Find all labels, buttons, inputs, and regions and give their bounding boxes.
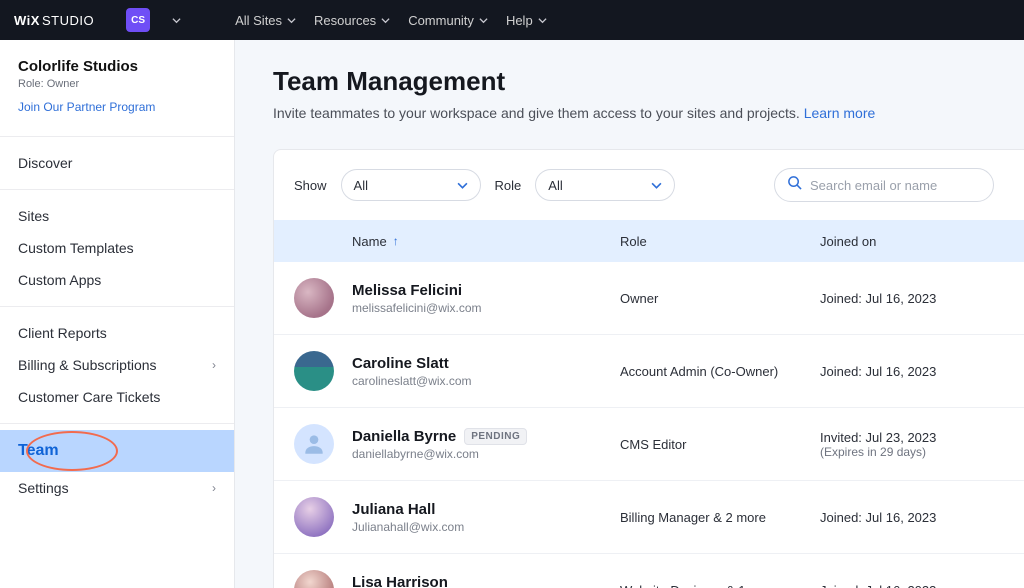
member-email: daniellabyrne@wix.com [352,447,620,461]
topnav-resources[interactable]: Resources [314,13,390,28]
member-role: Website Designer & 1 more [620,583,820,588]
sidebar-item-label: Custom Apps [18,272,101,288]
sidebar-item-billing[interactable]: Billing & Subscriptions › [0,349,234,381]
chevron-right-icon: › [212,481,216,495]
pending-badge: PENDING [464,428,527,445]
page-subtitle: Invite teammates to your workspace and g… [273,105,1024,121]
sidebar-item-label: Team [18,442,59,460]
sidebar-item-label: Sites [18,208,49,224]
avatar [294,424,334,464]
sidebar-item-settings[interactable]: Settings › [0,472,234,504]
table-body: Melissa Felicini melissafelicini@wix.comO… [274,262,1024,588]
search-input[interactable] [810,178,981,193]
member-name: Juliana Hall [352,501,620,518]
member-email: melissafelicini@wix.com [352,301,620,315]
topnav-label: Community [408,13,474,28]
org-role: Role: Owner [18,78,216,90]
topnav-community[interactable]: Community [408,13,488,28]
chevron-down-icon [381,16,390,25]
chevron-right-icon: › [212,358,216,372]
sidebar-item-tickets[interactable]: Customer Care Tickets [0,381,234,413]
table-row[interactable]: Caroline Slatt carolineslatt@wix.comAccou… [274,335,1024,408]
member-joined: Joined: Jul 16, 2023 [820,583,1004,588]
main-content: Team Management Invite teammates to your… [235,40,1024,588]
topnav-label: Resources [314,13,376,28]
sort-asc-icon: ↑ [393,234,399,248]
col-header-label: Name [352,234,387,249]
col-header-name[interactable]: Name ↑ [352,234,620,249]
chevron-down-icon [479,16,488,25]
col-header-joined[interactable]: Joined on [820,234,1004,249]
member-name: Melissa Felicini [352,282,620,299]
sidebar-item-custom-apps[interactable]: Custom Apps [0,264,234,296]
workspace-chevron-icon[interactable] [172,13,181,28]
sidebar-item-label: Client Reports [18,325,107,341]
org-name: Colorlife Studios [18,58,216,75]
member-role: Account Admin (Co-Owner) [620,364,820,379]
chevron-down-icon [457,180,468,191]
chevron-down-icon [538,16,547,25]
member-joined: Joined: Jul 16, 2023 [820,510,1004,525]
show-value: All [354,178,368,193]
table-row[interactable]: Daniella ByrnePENDING daniellabyrne@wix.c… [274,408,1024,481]
sidebar-item-label: Settings [18,480,69,496]
table-row[interactable]: Lisa Harrisonlisaharrison@wix.comWebsite… [274,554,1024,588]
sidebar-item-client-reports[interactable]: Client Reports [0,317,234,349]
brand-logo[interactable]: WiX STUDIO [14,13,94,28]
topnav-help[interactable]: Help [506,13,547,28]
table-row[interactable]: Melissa Felicini melissafelicini@wix.comO… [274,262,1024,335]
learn-more-link[interactable]: Learn more [804,105,876,121]
member-name: Lisa Harrison [352,574,620,588]
avatar [294,351,334,391]
page-subtitle-text: Invite teammates to your workspace and g… [273,105,804,121]
sidebar: Colorlife Studios Role: Owner Join Our P… [0,40,235,588]
search-icon [787,175,802,195]
avatar [294,497,334,537]
sidebar-item-discover[interactable]: Discover [0,147,234,179]
topnav-label: Help [506,13,533,28]
team-panel: Show All Role All [273,149,1024,588]
sidebar-item-label: Customer Care Tickets [18,389,160,405]
member-email: Julianahall@wix.com [352,520,620,534]
member-email: carolineslatt@wix.com [352,374,620,388]
sidebar-item-sites[interactable]: Sites [0,200,234,232]
brand-bold: WiX [14,13,40,28]
topnav-all-sites[interactable]: All Sites [235,13,296,28]
page-title: Team Management [273,66,1024,97]
table-header: Name ↑ Role Joined on [274,220,1024,262]
sidebar-item-custom-templates[interactable]: Custom Templates [0,232,234,264]
workspace-badge[interactable]: CS [126,8,150,32]
topbar: WiX STUDIO CS All Sites Resources Commun… [0,0,1024,40]
avatar [294,278,334,318]
show-dropdown[interactable]: All [341,169,481,201]
member-name: Caroline Slatt [352,355,620,372]
member-joined: Joined: Jul 16, 2023 [820,291,1004,306]
filter-bar: Show All Role All [274,150,1024,220]
role-label: Role [495,178,522,193]
col-header-role[interactable]: Role [620,234,820,249]
sidebar-item-label: Discover [18,155,72,171]
sidebar-item-team[interactable]: Team [0,430,234,472]
table-row[interactable]: Juliana Hall Julianahall@wix.comBilling M… [274,481,1024,554]
member-name: Daniella ByrnePENDING [352,428,620,445]
sidebar-item-label: Billing & Subscriptions [18,357,157,373]
chevron-down-icon [287,16,296,25]
chevron-down-icon [651,180,662,191]
search-box[interactable] [774,168,994,202]
member-joined: Invited: Jul 23, 2023(Expires in 29 days… [820,430,1004,459]
avatar [294,570,334,588]
topnav-label: All Sites [235,13,282,28]
member-role: Owner [620,291,820,306]
member-role: CMS Editor [620,437,820,452]
role-value: All [548,178,562,193]
member-role: Billing Manager & 2 more [620,510,820,525]
member-joined: Joined: Jul 16, 2023 [820,364,1004,379]
partner-program-link[interactable]: Join Our Partner Program [18,100,155,114]
sidebar-item-label: Custom Templates [18,240,134,256]
brand-thin: STUDIO [42,13,94,28]
show-label: Show [294,178,327,193]
role-dropdown[interactable]: All [535,169,675,201]
